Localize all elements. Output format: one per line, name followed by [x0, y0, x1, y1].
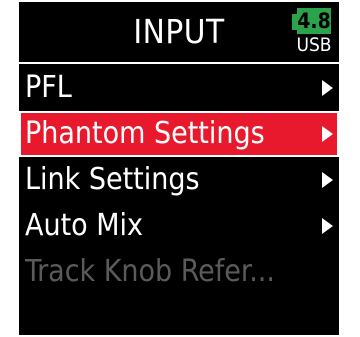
chevron-right-icon [322, 218, 333, 234]
menu-item-label: Phantom Settings [25, 116, 265, 151]
device-screen: INPUT 4.8 USB PFL Phantom Settings Link … [19, 2, 339, 335]
power-source-label: USB [296, 34, 332, 56]
menu-item-track-knob-reference: Track Knob Refer... [19, 249, 339, 295]
menu-item-label: Auto Mix [25, 208, 143, 243]
menu-item-link-settings[interactable]: Link Settings [19, 157, 339, 203]
chevron-right-icon [322, 80, 333, 96]
header-divider [19, 62, 339, 64]
menu-item-pfl[interactable]: PFL [19, 65, 339, 111]
chevron-right-icon [322, 172, 333, 188]
menu-item-label: PFL [25, 70, 72, 105]
battery-indicator: 4.8 USB [289, 8, 335, 56]
chevron-right-icon [322, 126, 333, 142]
battery-level: 4.8 [297, 8, 331, 34]
menu-item-auto-mix[interactable]: Auto Mix [19, 203, 339, 249]
header-bar: INPUT 4.8 USB [19, 2, 339, 64]
menu-item-phantom-settings[interactable]: Phantom Settings [19, 111, 339, 157]
menu-item-label: Link Settings [25, 162, 200, 197]
menu-item-label: Track Knob Refer... [25, 254, 275, 289]
